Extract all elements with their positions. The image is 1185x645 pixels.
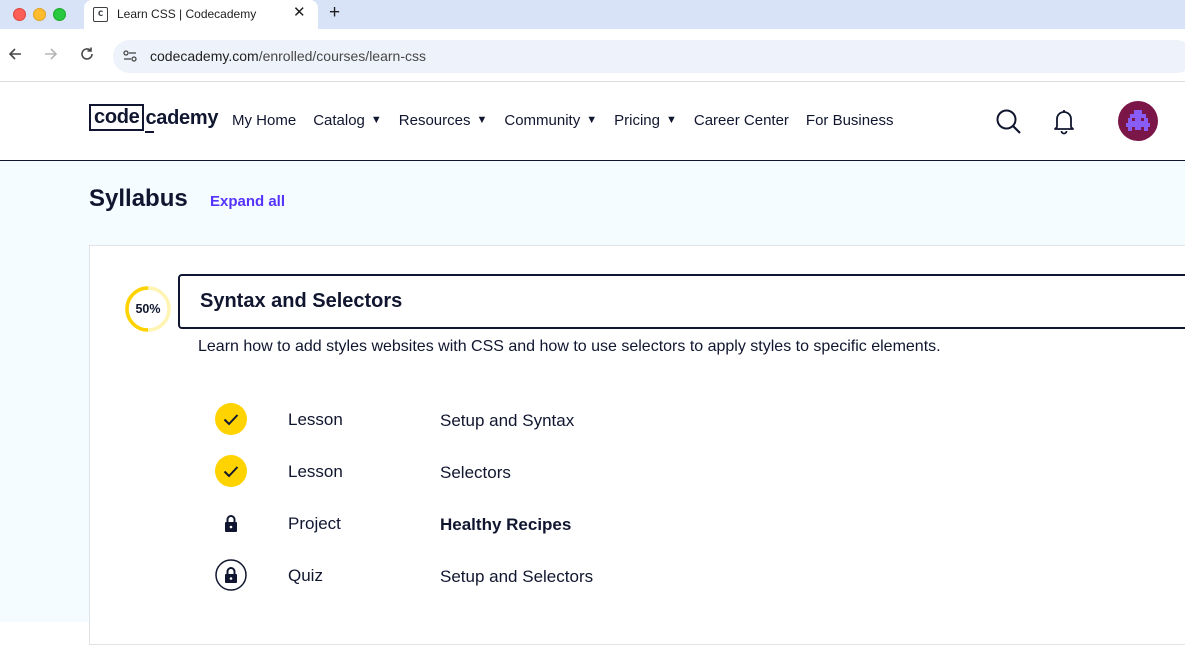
item-type: Project xyxy=(288,514,341,533)
search-icon[interactable] xyxy=(995,108,1022,135)
user-avatar[interactable] xyxy=(1118,101,1158,141)
close-window-button[interactable] xyxy=(13,8,26,21)
nav-my-home[interactable]: My Home xyxy=(232,111,296,129)
lock-circle-icon xyxy=(215,559,247,591)
new-tab-button[interactable]: + xyxy=(329,3,340,23)
url-host: codecademy.com xyxy=(150,48,259,64)
logo-cademy-text: cademy xyxy=(144,106,219,133)
syllabus-page: Syllabus Expand all 50% Syntax and Selec… xyxy=(0,161,1185,645)
nav-label: Pricing xyxy=(614,111,660,129)
module-card: 50% Syntax and Selectors Learn how to ad… xyxy=(89,245,1185,645)
notification-bell-icon[interactable] xyxy=(1052,108,1076,135)
syllabus-item[interactable]: Lesson Selectors xyxy=(90,455,1185,495)
item-type: Quiz xyxy=(288,566,323,585)
nav-career-center[interactable]: Career Center xyxy=(694,111,789,129)
nav-community[interactable]: Community ▼ xyxy=(504,111,597,129)
nav-label: For Business xyxy=(805,111,894,129)
item-name[interactable]: Setup and Selectors xyxy=(440,567,593,587)
forward-arrow-icon[interactable] xyxy=(43,46,59,67)
item-name[interactable]: Healthy Recipes xyxy=(440,515,571,535)
module-title: Syntax and Selectors xyxy=(200,290,403,312)
nav-label: Career Center xyxy=(693,111,789,129)
address-bar[interactable]: codecademy.com/enrolled/courses/learn-cs… xyxy=(113,40,1185,73)
browser-toolbar: codecademy.com/enrolled/courses/learn-cs… xyxy=(0,29,1185,82)
check-icon xyxy=(215,403,247,435)
logo-rest-label: cademy xyxy=(145,106,219,129)
syllabus-item[interactable]: Quiz Setup and Selectors xyxy=(90,559,1185,599)
expand-all-button[interactable]: Expand all xyxy=(210,193,285,210)
tab-title: Learn CSS | Codecademy xyxy=(117,7,257,21)
site-header: code cademy My Home Catalog ▼ Resources ▼ … xyxy=(0,82,1185,161)
logo-cursor xyxy=(145,130,155,133)
syllabus-item[interactable]: Lesson Setup and Syntax xyxy=(90,403,1185,443)
item-name[interactable]: Setup and Syntax xyxy=(440,411,574,431)
back-arrow-icon[interactable] xyxy=(7,46,23,67)
caret-down-icon: ▼ xyxy=(665,114,677,126)
url-text: codecademy.com/enrolled/courses/learn-cs… xyxy=(150,48,426,64)
codecademy-favicon-icon: c xyxy=(93,7,108,22)
item-type: Lesson xyxy=(288,410,343,429)
module-description: Learn how to add styles websites with CS… xyxy=(198,338,941,355)
progress-percent: 50% xyxy=(135,302,161,316)
main-nav: My Home Catalog ▼ Resources ▼ Community ▼ P… xyxy=(232,111,893,129)
url-path: /enrolled/courses/learn-css xyxy=(258,48,426,64)
lock-icon xyxy=(215,507,247,539)
tab-close-icon[interactable]: ✕ xyxy=(293,5,306,21)
logo-code-box: code xyxy=(89,104,145,131)
caret-down-icon: ▼ xyxy=(370,114,382,126)
browser-tab[interactable]: c Learn CSS | Codecademy ✕ xyxy=(84,0,318,29)
browser-tab-bar: c Learn CSS | Codecademy ✕ + xyxy=(0,0,1185,29)
module-header-button[interactable]: Syntax and Selectors xyxy=(178,274,1185,329)
reload-icon[interactable] xyxy=(79,46,95,67)
nav-resources[interactable]: Resources ▼ xyxy=(399,111,488,129)
nav-label: My Home xyxy=(232,111,297,129)
syllabus-title: Syllabus xyxy=(89,185,188,212)
site-settings-icon[interactable] xyxy=(122,48,138,64)
nav-label: Catalog xyxy=(313,111,365,129)
minimize-window-button[interactable] xyxy=(33,8,46,21)
check-icon xyxy=(215,455,247,487)
item-name[interactable]: Selectors xyxy=(440,463,511,483)
caret-down-icon: ▼ xyxy=(586,114,598,126)
item-type: Lesson xyxy=(288,462,343,481)
codecademy-logo[interactable]: code cademy xyxy=(89,104,219,133)
nav-catalog[interactable]: Catalog ▼ xyxy=(313,111,382,129)
nav-label: Resources xyxy=(398,111,471,129)
nav-pricing[interactable]: Pricing ▼ xyxy=(614,111,677,129)
nav-for-business[interactable]: For Business xyxy=(806,111,894,129)
caret-down-icon: ▼ xyxy=(476,114,488,126)
nav-label: Community xyxy=(504,111,581,129)
syllabus-item[interactable]: Project Healthy Recipes xyxy=(90,507,1185,547)
maximize-window-button[interactable] xyxy=(53,8,66,21)
